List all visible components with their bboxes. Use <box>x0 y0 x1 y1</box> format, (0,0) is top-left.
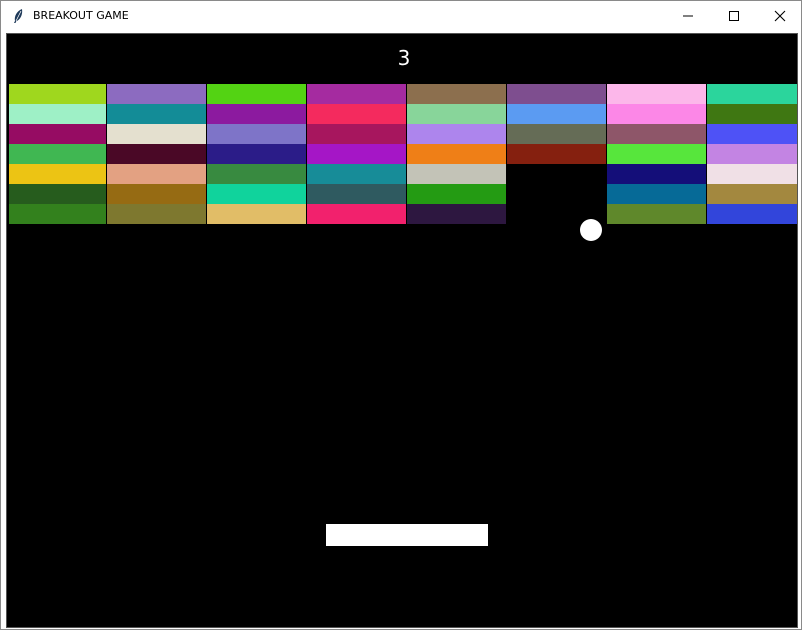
brick <box>607 164 706 184</box>
minimize-icon <box>682 7 694 26</box>
brick <box>707 104 797 124</box>
brick <box>407 204 506 224</box>
brick <box>307 184 406 204</box>
brick <box>707 144 797 164</box>
brick <box>207 104 306 124</box>
score-display: 3 <box>397 46 411 70</box>
brick <box>407 184 506 204</box>
brick <box>607 84 706 104</box>
brick <box>9 104 106 124</box>
brick <box>107 124 206 144</box>
brick <box>107 144 206 164</box>
brick <box>307 204 406 224</box>
brick <box>207 144 306 164</box>
game-window: BREAKOUT GAME 3 <box>0 0 802 630</box>
brick <box>107 204 206 224</box>
brick <box>307 164 406 184</box>
brick <box>707 164 797 184</box>
brick <box>507 124 606 144</box>
brick <box>207 124 306 144</box>
brick <box>407 104 506 124</box>
brick <box>9 204 106 224</box>
brick <box>207 184 306 204</box>
feather-icon <box>11 8 25 24</box>
brick <box>307 124 406 144</box>
brick <box>407 164 506 184</box>
brick <box>707 124 797 144</box>
brick <box>707 184 797 204</box>
brick <box>507 104 606 124</box>
brick <box>107 84 206 104</box>
brick <box>107 104 206 124</box>
brick <box>507 84 606 104</box>
ball <box>580 219 602 241</box>
brick <box>507 144 606 164</box>
brick <box>607 204 706 224</box>
brick <box>107 184 206 204</box>
brick <box>9 184 106 204</box>
brick <box>207 164 306 184</box>
brick <box>9 124 106 144</box>
brick <box>207 84 306 104</box>
minimize-button[interactable] <box>665 1 711 31</box>
brick <box>607 144 706 164</box>
brick <box>707 84 797 104</box>
brick <box>307 84 406 104</box>
close-icon <box>774 7 786 26</box>
brick <box>207 204 306 224</box>
brick <box>307 144 406 164</box>
maximize-button[interactable] <box>711 1 757 31</box>
brick <box>407 84 506 104</box>
brick <box>407 124 506 144</box>
brick <box>307 104 406 124</box>
brick <box>9 164 106 184</box>
brick <box>407 144 506 164</box>
window-title: BREAKOUT GAME <box>33 9 129 22</box>
brick <box>607 124 706 144</box>
maximize-icon <box>728 7 740 26</box>
brick <box>607 104 706 124</box>
title-bar[interactable]: BREAKOUT GAME <box>1 1 801 31</box>
game-canvas[interactable]: 3 <box>6 33 798 628</box>
brick <box>9 144 106 164</box>
brick <box>9 84 106 104</box>
close-button[interactable] <box>757 1 802 31</box>
brick <box>107 164 206 184</box>
paddle[interactable] <box>326 524 488 546</box>
brick <box>707 204 797 224</box>
brick <box>607 184 706 204</box>
